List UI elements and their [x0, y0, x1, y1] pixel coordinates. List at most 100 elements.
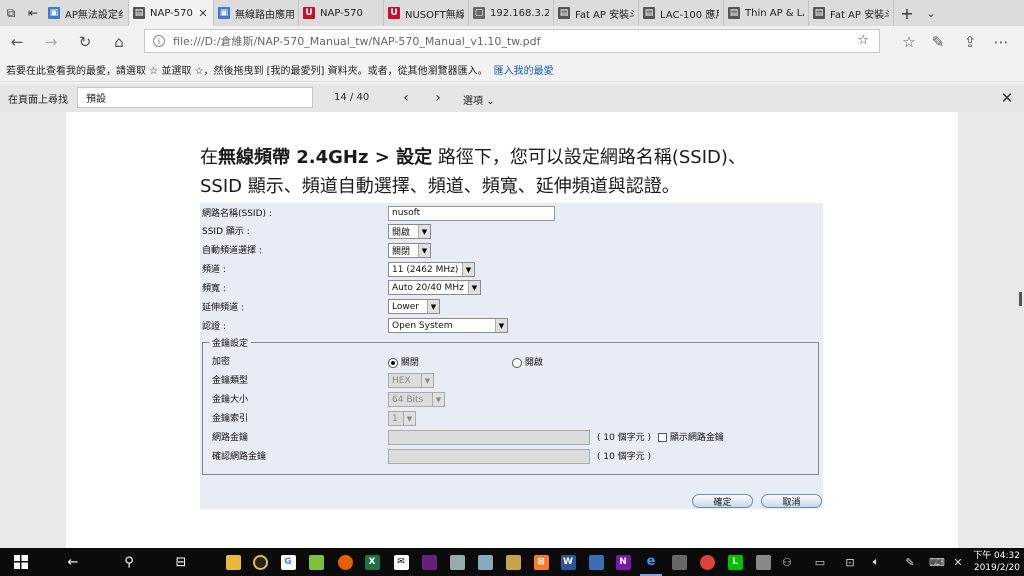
excel-icon[interactable]: X	[361, 548, 383, 576]
battery-icon[interactable]: ▭	[812, 548, 828, 576]
google-icon[interactable]: G	[277, 548, 299, 576]
find-options-button[interactable]: 選項 ⌄	[463, 92, 495, 107]
file-explorer-icon[interactable]	[222, 548, 244, 576]
page-icon: ▢	[473, 7, 485, 19]
show-network-key-option[interactable]: 顯示網路金鑰	[658, 431, 724, 445]
heading-text-rest: 路徑下，您可以設定網路名稱(SSID)、	[432, 147, 746, 168]
pen-workspace-icon[interactable]: ✎	[902, 548, 918, 576]
settings-app-icon[interactable]	[752, 548, 774, 576]
close-notification-icon[interactable]: ✕	[952, 548, 964, 576]
encryption-on-option[interactable]: 開啟	[512, 355, 543, 368]
chrome-icon[interactable]	[696, 548, 718, 576]
browser-tab[interactable]: ▤ Thin AP & LA	[724, 0, 809, 26]
tab-title: NUSOFT無線	[405, 9, 464, 21]
address-bar[interactable]: i file:///D:/倉維斯/NAP-570_Manual_tw/NAP-5…	[144, 29, 880, 53]
mail-icon[interactable]: ✉	[390, 548, 412, 576]
word-icon[interactable]: W	[557, 548, 579, 576]
forward-arrow-icon[interactable]: →	[34, 26, 68, 58]
confirm-key-input[interactable]	[388, 449, 590, 464]
tab-title: NAP-570	[320, 7, 363, 19]
browser-tab[interactable]: ▢ 192.168.3.22	[469, 0, 554, 26]
tab-title: Fat AP 安裝斗	[575, 9, 634, 21]
ap-page-icon: ▣	[48, 7, 60, 19]
find-options-label: 選項	[463, 96, 483, 107]
notepad-icon[interactable]	[305, 548, 327, 576]
visual-studio-icon[interactable]	[418, 548, 440, 576]
browser-tab[interactable]: ▣ AP無法設定纟	[44, 0, 129, 26]
tab-preview-icon[interactable]: ⧉	[0, 0, 22, 26]
document-app-icon[interactable]	[585, 548, 607, 576]
browser-tab[interactable]: ▤ Fat AP 安裝斗	[809, 0, 894, 26]
windows-start-icon[interactable]	[8, 548, 34, 576]
key-index-select[interactable]: 1 ▼	[388, 411, 416, 426]
edge-icon[interactable]: e	[640, 548, 662, 576]
close-find-icon[interactable]: ✕	[996, 87, 1018, 109]
find-input[interactable]: 預設	[77, 87, 313, 108]
share-icon[interactable]: ⇪	[954, 26, 986, 58]
app-icon[interactable]	[474, 548, 496, 576]
favorites-list-icon[interactable]: ☆	[896, 26, 922, 58]
favorite-star-icon[interactable]: ☆	[857, 33, 869, 48]
tab-title: LAC-100 應用	[660, 9, 719, 21]
photo-app-icon[interactable]	[668, 548, 690, 576]
channel-select[interactable]: 11 (2462 MHz) ▼	[388, 262, 475, 277]
auto-channel-select[interactable]: 關閉 ▼	[388, 243, 431, 258]
extension-channel-select[interactable]: Lower ▼	[388, 299, 440, 314]
ssh-client-icon[interactable]	[446, 548, 468, 576]
import-favorites-link[interactable]: 匯入我的最愛	[494, 62, 554, 77]
authentication-select[interactable]: Open System ▼	[388, 318, 508, 333]
confirm-key-hint: ( 10 個字元 )	[597, 452, 652, 462]
find-next-icon[interactable]: ›	[428, 88, 448, 108]
radio-selected-icon[interactable]	[388, 357, 398, 368]
back-arrow-icon[interactable]: ←	[0, 26, 34, 58]
key-size-select[interactable]: 64 Bits ▼	[388, 392, 445, 407]
scrollbar-thumb[interactable]	[1019, 292, 1022, 306]
more-menu-icon[interactable]: ⋯	[986, 26, 1016, 58]
ssid-broadcast-value: 開啟	[392, 228, 411, 238]
heading-path-settings: 設定	[396, 147, 433, 168]
task-view-icon[interactable]: ⊟	[168, 548, 194, 576]
line-icon[interactable]: L	[724, 548, 746, 576]
search-icon[interactable]: ⚲	[116, 548, 142, 576]
clock-app-icon[interactable]	[249, 548, 271, 576]
checkbox-icon[interactable]	[658, 433, 667, 442]
new-tab-button[interactable]: +	[894, 0, 920, 26]
pen-icon[interactable]: ✎	[922, 26, 954, 58]
firefox-icon[interactable]	[334, 548, 356, 576]
ssid-input[interactable]: nusoft	[388, 206, 555, 221]
key-type-select[interactable]: HEX ▼	[388, 373, 434, 388]
authentication-label: 認證 :	[202, 322, 226, 332]
cancel-button[interactable]: 取消	[761, 494, 822, 508]
browser-tab[interactable]: ▤ NAP-570 ✕	[129, 0, 214, 26]
tab-list-chevron-icon[interactable]: ⌄	[920, 0, 942, 26]
keyboard-icon[interactable]: ⌨	[928, 548, 946, 576]
bandwidth-select[interactable]: Auto 20/40 MHz ▼	[388, 280, 481, 295]
network-key-input[interactable]	[388, 430, 590, 445]
ok-button[interactable]: 確定	[692, 494, 753, 508]
heading-line-2: SSID 顯示、頻道自動選擇、頻道、頻寬、延伸頻道與認證。	[200, 176, 680, 197]
close-tab-icon[interactable]: ✕	[197, 7, 209, 20]
encryption-off-option[interactable]: 關閉	[388, 355, 419, 368]
refresh-icon[interactable]: ↻	[68, 26, 102, 58]
browser-tab[interactable]: ▤ Fat AP 安裝斗	[554, 0, 639, 26]
radio-unselected-icon[interactable]	[512, 357, 522, 368]
xampp-icon[interactable]: ⊠	[530, 548, 552, 576]
set-tabs-aside-icon[interactable]: ⇤	[22, 0, 44, 26]
home-icon[interactable]: ⌂	[102, 26, 136, 58]
clock[interactable]: 下午 04:32 2019/2/20	[968, 550, 1020, 574]
info-icon[interactable]: i	[153, 35, 165, 47]
people-icon[interactable]: ⚇	[780, 548, 794, 576]
find-previous-icon[interactable]: ‹	[396, 88, 416, 108]
wireless-settings-form: 網路名稱(SSID) : nusoft SSID 顯示 : 開啟 ▼ 自動頻道選擇…	[200, 203, 823, 509]
onenote-icon[interactable]: N	[612, 548, 634, 576]
favorites-bar: 若要在此查看我的最愛，請選取 ☆ 並選取 ☆，然後拖曳到 [我的最愛列] 資料夾…	[0, 58, 1024, 82]
browser-tab[interactable]: ▤ LAC-100 應用	[639, 0, 724, 26]
archive-icon[interactable]	[502, 548, 524, 576]
browser-tab[interactable]: U NAP-570	[299, 0, 384, 26]
network-icon[interactable]: ⊡	[842, 548, 858, 576]
back-arrow-icon[interactable]: ←	[60, 548, 86, 576]
browser-tab[interactable]: U NUSOFT無線	[384, 0, 469, 26]
volume-icon[interactable]: 🔈︎	[868, 548, 884, 576]
ssid-broadcast-select[interactable]: 開啟 ▼	[388, 224, 431, 239]
browser-tab[interactable]: ▣ 無線路由應用	[214, 0, 299, 26]
